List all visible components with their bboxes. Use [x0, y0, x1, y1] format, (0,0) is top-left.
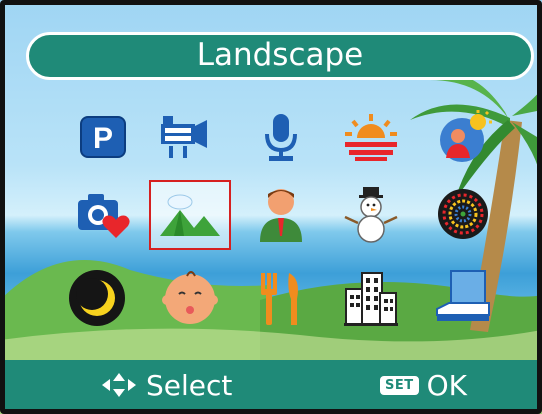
- select-hint: Select: [100, 360, 232, 410]
- program-letter: P: [93, 122, 113, 155]
- select-label: Select: [146, 368, 233, 402]
- ok-hint: SET OK: [380, 360, 467, 410]
- camera-heart-icon[interactable]: [68, 184, 138, 244]
- bottom-control-bar: Select SET OK: [5, 360, 537, 410]
- backlight-portrait-icon[interactable]: [428, 107, 498, 167]
- food-fork-knife-icon[interactable]: [246, 268, 316, 328]
- ok-label: OK: [426, 368, 468, 402]
- program-p-icon[interactable]: P: [68, 107, 138, 167]
- document-text-icon[interactable]: [428, 268, 498, 328]
- baby-face-icon[interactable]: [155, 268, 225, 328]
- snowman-icon[interactable]: [336, 184, 406, 244]
- sunset-icon[interactable]: [336, 107, 406, 167]
- set-button-badge[interactable]: SET: [380, 375, 419, 395]
- scene-title: Landscape: [26, 32, 534, 80]
- landscape-mountains-icon[interactable]: [155, 185, 225, 245]
- camera-screen: Landscape P Select SET OK: [0, 0, 542, 414]
- microphone-icon[interactable]: [246, 107, 316, 167]
- fireworks-icon[interactable]: [428, 184, 498, 244]
- four-way-arrow-icon: [102, 373, 136, 397]
- movie-camera-icon[interactable]: [149, 107, 219, 167]
- portrait-person-icon[interactable]: [246, 184, 316, 244]
- building-icon[interactable]: [336, 268, 406, 328]
- night-moon-icon[interactable]: [62, 268, 132, 328]
